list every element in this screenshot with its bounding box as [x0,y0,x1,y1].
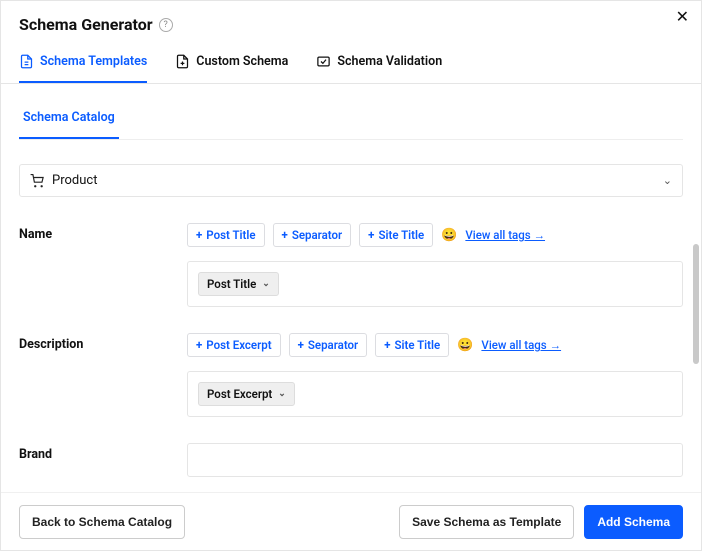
close-icon[interactable]: ✕ [676,7,689,26]
tag-post-excerpt[interactable]: +Post Excerpt [187,333,281,357]
field-body [187,443,683,477]
tag-suggestions: +Post Excerpt +Separator +Site Title 😀 V… [187,333,683,357]
primary-tabs: Schema Templates Custom Schema Schema Va… [1,44,701,84]
document-icon [19,54,34,69]
secondary-tabs: Schema Catalog [19,84,683,140]
cart-icon [30,174,44,188]
tab-label: Schema Templates [40,54,147,69]
modal-footer: Back to Schema Catalog Save Schema as Te… [1,492,701,550]
view-all-tags-link[interactable]: View all tags → [465,228,545,242]
field-body: +Post Excerpt +Separator +Site Title 😀 V… [187,333,683,417]
schema-type-select[interactable]: Product ⌄ [19,164,683,197]
chevron-down-icon: ⌄ [278,389,286,399]
scroll-area[interactable]: Schema Catalog Product ⌄ Name +Post Titl… [1,84,701,545]
brand-input[interactable] [187,443,683,477]
save-template-button[interactable]: Save Schema as Template [399,505,574,539]
tag-post-title[interactable]: +Post Title [187,223,265,247]
description-input[interactable]: Post Excerpt⌄ [187,371,683,417]
field-label: Name [19,223,187,242]
file-plus-icon [175,54,190,69]
field-label: Brand [19,443,187,462]
modal-header: Schema Generator ? [1,1,701,44]
schema-type-value: Product [52,173,97,188]
current-tag-chip[interactable]: Post Excerpt⌄ [198,382,295,406]
name-input[interactable]: Post Title⌄ [187,261,683,307]
tag-separator[interactable]: +Separator [273,223,352,247]
field-label: Description [19,333,187,352]
modal-title: Schema Generator [19,15,153,34]
footer-right: Save Schema as Template Add Schema [399,505,683,539]
schema-generator-modal: ✕ Schema Generator ? Schema Templates Cu… [0,0,702,551]
help-icon[interactable]: ? [159,18,173,32]
tab-schema-templates[interactable]: Schema Templates [19,44,147,83]
subtab-schema-catalog[interactable]: Schema Catalog [19,102,119,139]
current-tag-chip[interactable]: Post Title⌄ [198,272,279,296]
field-brand: Brand [19,443,683,477]
view-all-tags-link[interactable]: View all tags → [481,338,561,352]
field-name: Name +Post Title +Separator +Site Title … [19,223,683,307]
scrollbar-thumb[interactable] [693,244,699,364]
field-body: +Post Title +Separator +Site Title 😀 Vie… [187,223,683,307]
chevron-down-icon: ⌄ [663,174,672,187]
modal-body: Schema Catalog Product ⌄ Name +Post Titl… [1,84,701,545]
tag-suggestions: +Post Title +Separator +Site Title 😀 Vie… [187,223,683,247]
tab-label: Schema Validation [337,54,442,69]
back-button[interactable]: Back to Schema Catalog [19,505,185,539]
emoji-icon[interactable]: 😀 [457,338,473,353]
tab-schema-validation[interactable]: Schema Validation [316,44,442,83]
validate-icon [316,54,331,69]
chevron-down-icon: ⌄ [262,279,270,289]
tab-label: Custom Schema [196,54,288,69]
tab-custom-schema[interactable]: Custom Schema [175,44,288,83]
emoji-icon[interactable]: 😀 [441,228,457,243]
tag-separator[interactable]: +Separator [289,333,368,357]
field-description: Description +Post Excerpt +Separator +Si… [19,333,683,417]
tag-site-title[interactable]: +Site Title [375,333,449,357]
tag-site-title[interactable]: +Site Title [359,223,433,247]
add-schema-button[interactable]: Add Schema [584,505,683,539]
